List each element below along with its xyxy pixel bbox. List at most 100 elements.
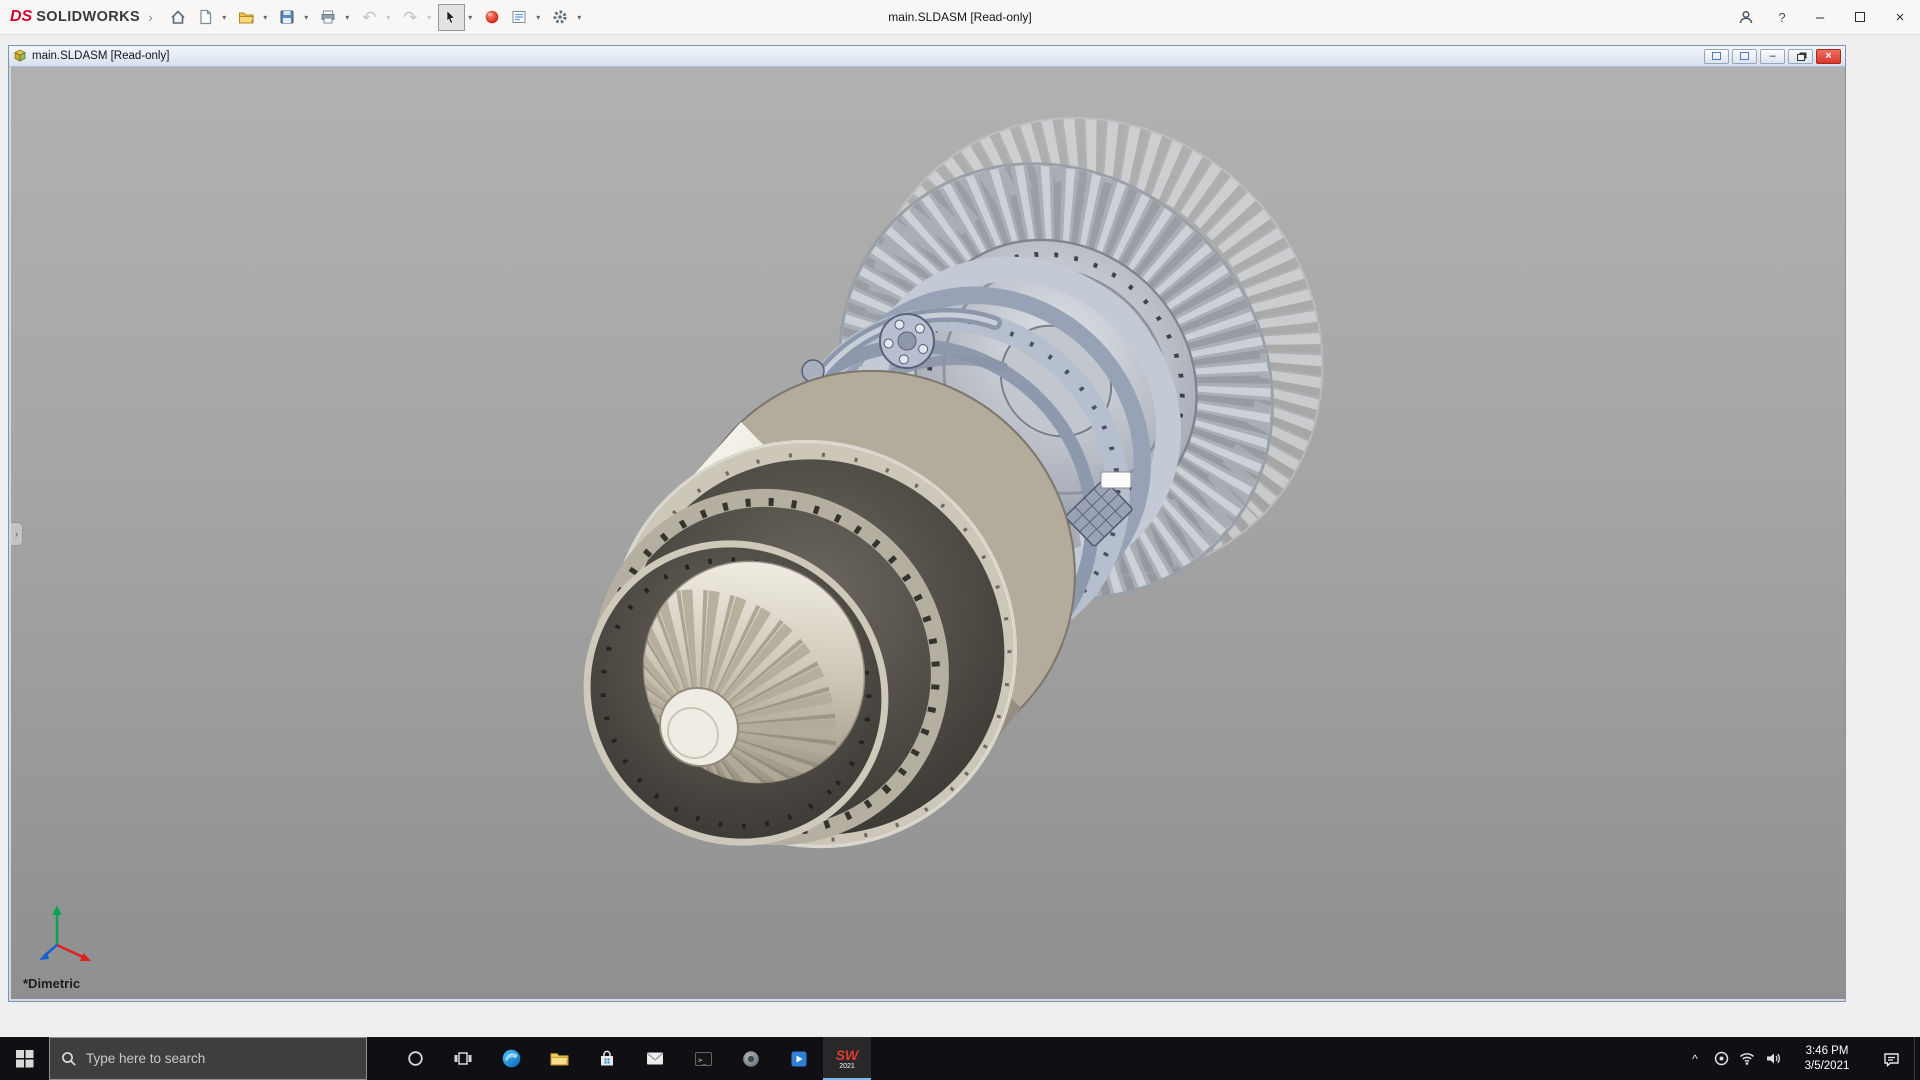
assembly-document-icon [13, 49, 27, 63]
open-folder-icon [238, 9, 255, 25]
3dexperience-button[interactable] [479, 4, 506, 31]
store-button[interactable] [583, 1037, 631, 1080]
search-icon [61, 1051, 77, 1067]
help-icon: ? [1778, 10, 1785, 25]
file-explorer-icon [550, 1050, 569, 1067]
network-button[interactable] [1734, 1037, 1760, 1080]
new-document-icon [197, 9, 213, 25]
file-explorer-button[interactable] [535, 1037, 583, 1080]
menu-expand-chevron[interactable]: › [148, 9, 153, 25]
options-button[interactable] [547, 4, 574, 31]
start-button[interactable] [0, 1037, 49, 1080]
home-icon [170, 9, 186, 25]
select-tool-caret[interactable]: ▾ [465, 13, 476, 22]
app-close-button[interactable]: × [1880, 0, 1920, 34]
help-button[interactable]: ? [1764, 0, 1800, 34]
minimize-icon: – [1816, 9, 1824, 26]
close-icon: × [1896, 9, 1905, 26]
file-properties-button[interactable] [506, 4, 533, 31]
undo-button[interactable]: ↶ [356, 4, 383, 31]
gray-app-icon [742, 1050, 760, 1068]
logo-text: SOLIDWORKS [36, 9, 140, 25]
open-button[interactable] [233, 4, 260, 31]
save-button[interactable] [274, 4, 301, 31]
doc-minimize-button[interactable]: – [1760, 49, 1785, 64]
taskbar: >_ SW 2021 ^ [0, 1037, 1920, 1080]
app-minimize-button[interactable]: – [1800, 0, 1840, 34]
cortana-button[interactable] [391, 1037, 439, 1080]
mail-button[interactable] [631, 1037, 679, 1080]
print-icon [320, 9, 336, 25]
undo-caret[interactable]: ▾ [383, 13, 394, 22]
redo-caret[interactable]: ▾ [424, 13, 435, 22]
doc-close-button[interactable]: × [1816, 49, 1841, 64]
print-caret[interactable]: ▾ [342, 13, 353, 22]
search-input[interactable] [86, 1051, 355, 1066]
solidworks-2021-icon: SW 2021 [836, 1048, 859, 1070]
speaker-icon [1765, 1051, 1781, 1066]
taskbar-search[interactable] [49, 1037, 367, 1080]
desktop: DS SOLIDWORKS › ▾ ▾ ▾ ▾ ↶ ▾ [0, 0, 1920, 1080]
gray-app-button[interactable] [727, 1037, 775, 1080]
titlebar-right-cluster: ? – × [1728, 0, 1920, 34]
print-button[interactable] [315, 4, 342, 31]
svg-text:>_: >_ [698, 1056, 707, 1064]
graphics-viewport[interactable]: › *Dimetric [11, 67, 1845, 999]
doc-window-button-1[interactable] [1704, 49, 1729, 64]
edge-icon [502, 1049, 521, 1068]
task-pane-icon [511, 9, 527, 25]
open-caret[interactable]: ▾ [260, 13, 271, 22]
options-caret[interactable]: ▾ [574, 13, 585, 22]
action-center-icon [1883, 1051, 1900, 1067]
home-button[interactable] [165, 4, 192, 31]
user-account-button[interactable] [1728, 0, 1764, 34]
redo-button[interactable]: ↷ [397, 4, 424, 31]
solidworks-taskbar-button[interactable]: SW 2021 [823, 1037, 871, 1080]
edge-button[interactable] [487, 1037, 535, 1080]
red-sphere-icon [484, 9, 500, 25]
doc-window-button-2[interactable] [1732, 49, 1757, 64]
clock-time: 3:46 PM [1786, 1044, 1868, 1059]
cortana-icon [407, 1050, 424, 1067]
blue-app-button[interactable] [775, 1037, 823, 1080]
user-account-icon [1738, 9, 1754, 25]
document-window: main.SLDASM [Read-only] – × [8, 45, 1846, 1002]
system-tray: ^ 3:46 PM 3/5/2021 [1682, 1037, 1920, 1080]
gear-icon [552, 9, 568, 25]
wifi-icon [1739, 1052, 1755, 1065]
document-window-controls: – × [1704, 49, 1841, 64]
save-caret[interactable]: ▾ [301, 13, 312, 22]
doc-restore-button[interactable] [1788, 49, 1813, 64]
solidworks-logo[interactable]: DS SOLIDWORKS [10, 8, 140, 26]
app-titlebar: DS SOLIDWORKS › ▾ ▾ ▾ ▾ ↶ ▾ [0, 0, 1920, 35]
volume-button[interactable] [1760, 1037, 1786, 1080]
file-properties-caret[interactable]: ▾ [533, 13, 544, 22]
task-view-icon [454, 1050, 472, 1067]
tray-app-button[interactable] [1708, 1037, 1734, 1080]
document-titlebar[interactable]: main.SLDASM [Read-only] – × [9, 46, 1845, 67]
terminal-button[interactable]: >_ [679, 1037, 727, 1080]
action-center-button[interactable] [1868, 1037, 1914, 1080]
app-maximize-button[interactable] [1840, 0, 1880, 34]
x-axis-arrow [57, 945, 85, 958]
task-view-button[interactable] [439, 1037, 487, 1080]
new-document-button[interactable] [192, 4, 219, 31]
cursor-select-icon [443, 9, 459, 25]
engine-3d-model[interactable] [11, 67, 1845, 999]
select-tool-button[interactable] [438, 4, 465, 31]
app-title: main.SLDASM [Read-only] [888, 10, 1031, 24]
maximize-icon [1855, 12, 1865, 22]
show-desktop-button[interactable] [1914, 1037, 1920, 1080]
taskbar-app-icons: >_ SW 2021 [391, 1037, 871, 1080]
chevron-up-icon: ^ [1692, 1052, 1698, 1066]
part-label-tag [1101, 472, 1131, 488]
hidden-icons-button[interactable]: ^ [1682, 1037, 1708, 1080]
window-pane-icon [1740, 52, 1749, 60]
new-document-caret[interactable]: ▾ [219, 13, 230, 22]
terminal-icon: >_ [694, 1050, 713, 1068]
mail-icon [646, 1051, 664, 1066]
redo-icon: ↷ [403, 9, 417, 26]
taskbar-clock[interactable]: 3:46 PM 3/5/2021 [1786, 1044, 1868, 1074]
feature-panel-collapse-tab[interactable]: › [11, 522, 23, 546]
store-icon [598, 1050, 616, 1068]
